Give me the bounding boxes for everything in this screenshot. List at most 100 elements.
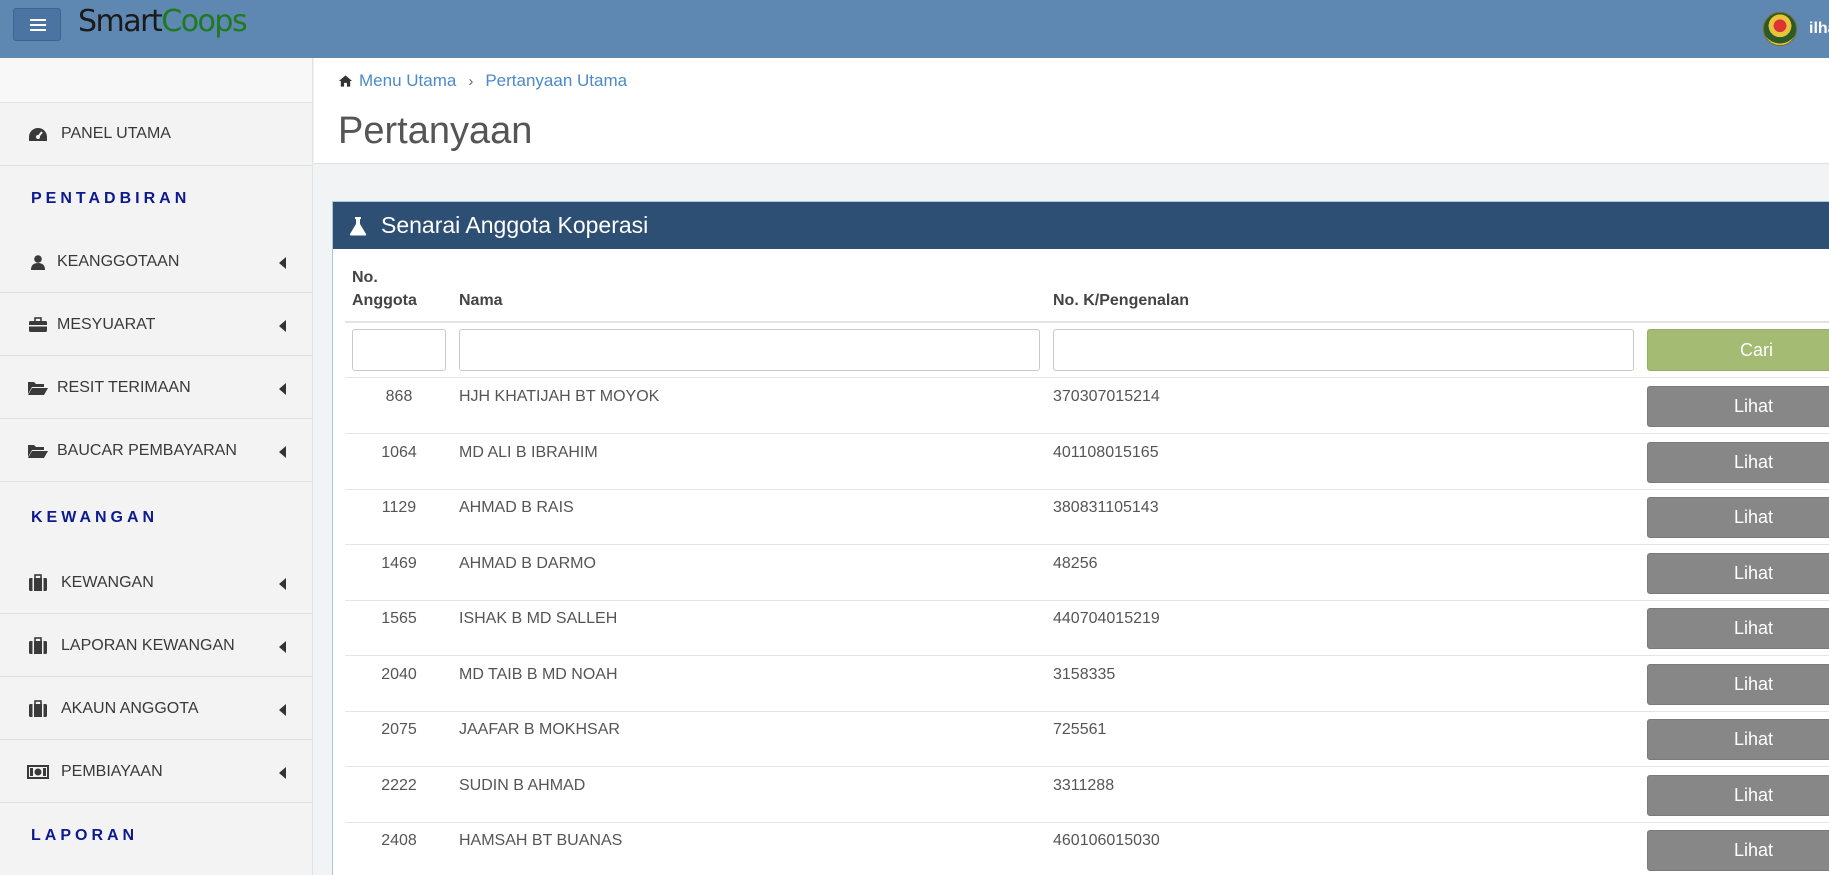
- sidebar-item-label: RESIT TERIMAAN: [57, 378, 191, 396]
- sidebar-item-label: MESYUARAT: [57, 315, 156, 333]
- top-navbar: SmartCoops ilham: [0, 0, 1829, 58]
- table-cell-no-kp: 725561: [1053, 721, 1107, 738]
- sidebar-item-baucar-pembayaran[interactable]: BAUCAR PEMBAYARAN: [0, 420, 312, 482]
- user-icon: [27, 251, 49, 273]
- sidebar-top-spacer: [0, 58, 312, 103]
- hamburger-icon-bar: [30, 29, 46, 31]
- sidebar-item-panel-utama[interactable]: PANEL UTAMA: [0, 103, 312, 166]
- table-cell-nama: MD ALI B IBRAHIM: [459, 444, 598, 461]
- table-cell-nama: JAAFAR B MOKHSAR: [459, 721, 620, 738]
- table-cell-no-kp: 3158335: [1053, 666, 1116, 683]
- table-cell-nama: AHMAD B RAIS: [459, 499, 574, 516]
- search-button[interactable]: Cari: [1647, 329, 1829, 371]
- brand-text-coops: Coops: [161, 4, 247, 39]
- table-cell-no-anggota: 1129: [381, 499, 417, 516]
- panel-heading: Senarai Anggota Koperasi: [333, 202, 1829, 249]
- table-row-divider: [345, 433, 1829, 434]
- table-row-divider: [345, 766, 1829, 767]
- table-cell-no-anggota: 2222: [381, 777, 417, 794]
- table-header-divider: [345, 321, 1829, 323]
- table-cell-no-kp: 370307015214: [1053, 388, 1160, 405]
- briefcase-icon: [27, 314, 49, 336]
- suitcase-icon: [27, 698, 49, 720]
- caret-left-icon: [279, 383, 286, 395]
- table-row-divider: [345, 655, 1829, 656]
- caret-left-icon: [279, 446, 286, 458]
- column-header-no-kp[interactable]: No. K/Pengenalan: [1053, 289, 1189, 312]
- table-cell-no-anggota: 1064: [381, 444, 417, 461]
- hamburger-icon-bar: [30, 24, 46, 26]
- folder-open-icon: [27, 440, 49, 462]
- view-button[interactable]: Lihat: [1647, 442, 1829, 483]
- filter-no-kp-input[interactable]: [1053, 329, 1634, 371]
- table-cell-no-anggota: 1565: [381, 610, 417, 627]
- caret-left-icon: [279, 257, 286, 269]
- view-button[interactable]: Lihat: [1647, 830, 1829, 871]
- column-header-no-anggota-line1: No.: [352, 269, 378, 286]
- column-header-no-anggota-line2: Anggota: [352, 292, 417, 309]
- table-cell-nama: AHMAD B DARMO: [459, 555, 596, 572]
- home-icon: [338, 75, 353, 87]
- view-button[interactable]: Lihat: [1647, 497, 1829, 538]
- table-cell-no-kp: 380831105143: [1053, 499, 1159, 516]
- menu-toggle-button[interactable]: [13, 8, 61, 41]
- column-header-no-anggota[interactable]: No. Anggota: [352, 266, 417, 312]
- view-button[interactable]: Lihat: [1647, 664, 1829, 705]
- sidebar-item-label: LAPORAN KEWANGAN: [61, 636, 235, 654]
- sidebar-section-laporan: LAPORAN: [31, 827, 139, 844]
- table-cell-no-anggota: 2075: [381, 721, 417, 738]
- breadcrumb-current-link[interactable]: Pertanyaan Utama: [485, 71, 627, 91]
- table-cell-no-anggota: 1469: [381, 555, 417, 572]
- coat-of-arms-icon: [1763, 12, 1797, 46]
- sidebar-item-label: KEWANGAN: [61, 573, 154, 591]
- suitcase-icon: [27, 635, 49, 657]
- table-cell-no-kp: 3311288: [1053, 777, 1115, 794]
- sidebar-item-akaun-anggota[interactable]: AKAUN ANGGOTA: [0, 678, 312, 740]
- dashboard-icon: [27, 124, 49, 146]
- filter-nama-input[interactable]: [459, 329, 1040, 371]
- panel-title: Senarai Anggota Koperasi: [381, 212, 649, 238]
- table-cell-no-kp: 401108015165: [1053, 444, 1159, 461]
- view-button[interactable]: Lihat: [1647, 553, 1829, 594]
- table-cell-nama: ISHAK B MD SALLEH: [459, 610, 618, 627]
- money-icon: [27, 761, 49, 783]
- sidebar-item-label: PEMBIAYAAN: [61, 762, 163, 780]
- filter-no-anggota-input[interactable]: [352, 329, 446, 371]
- page-title: Pertanyaan: [338, 110, 533, 152]
- view-button[interactable]: Lihat: [1647, 719, 1829, 760]
- sidebar-item-resit-terimaan[interactable]: RESIT TERIMAAN: [0, 357, 312, 419]
- caret-left-icon: [279, 578, 286, 590]
- table-cell-no-anggota: 2040: [381, 666, 417, 683]
- view-button[interactable]: Lihat: [1647, 608, 1829, 649]
- caret-left-icon: [279, 641, 286, 653]
- table-cell-nama: MD TAIB B MD NOAH: [459, 666, 618, 683]
- caret-left-icon: [279, 320, 286, 332]
- sidebar-item-label: KEANGGOTAAN: [57, 252, 180, 270]
- sidebar-item-laporan-kewangan[interactable]: LAPORAN KEWANGAN: [0, 615, 312, 677]
- chevron-right-icon: ›: [468, 72, 474, 90]
- folder-open-icon: [27, 377, 49, 399]
- sidebar-item-pembiayaan[interactable]: PEMBIAYAAN: [0, 741, 312, 803]
- sidebar-item-kewangan[interactable]: KEWANGAN: [0, 552, 312, 614]
- table-row-divider: [345, 489, 1829, 490]
- table-cell-no-anggota: 868: [385, 388, 413, 405]
- sidebar-section-kewangan: KEWANGAN: [31, 509, 159, 526]
- column-header-nama[interactable]: Nama: [459, 289, 503, 312]
- view-button[interactable]: Lihat: [1647, 775, 1829, 816]
- brand-logo[interactable]: SmartCoops: [78, 4, 248, 39]
- user-menu[interactable]: ilham: [1763, 8, 1829, 50]
- caret-left-icon: [279, 704, 286, 716]
- sidebar-item-keanggotaan[interactable]: KEANGGOTAAN: [0, 231, 312, 293]
- suitcase-icon: [27, 572, 49, 594]
- table-row-divider: [345, 544, 1829, 545]
- page-header: Menu Utama › Pertanyaan Utama Pertanyaan: [314, 58, 1829, 164]
- table-cell-no-kp: 48256: [1053, 555, 1098, 572]
- filter-row-divider: [345, 377, 1829, 378]
- table-cell-nama: HJH KHATIJAH BT MOYOK: [459, 388, 660, 405]
- table-cell-no-anggota: 2408: [381, 832, 417, 849]
- view-button[interactable]: Lihat: [1647, 386, 1829, 427]
- sidebar-item-mesyuarat[interactable]: MESYUARAT: [0, 294, 312, 356]
- table-row-divider: [345, 822, 1829, 823]
- user-name[interactable]: ilham: [1809, 20, 1829, 38]
- breadcrumb-home-link[interactable]: Menu Utama: [359, 71, 456, 91]
